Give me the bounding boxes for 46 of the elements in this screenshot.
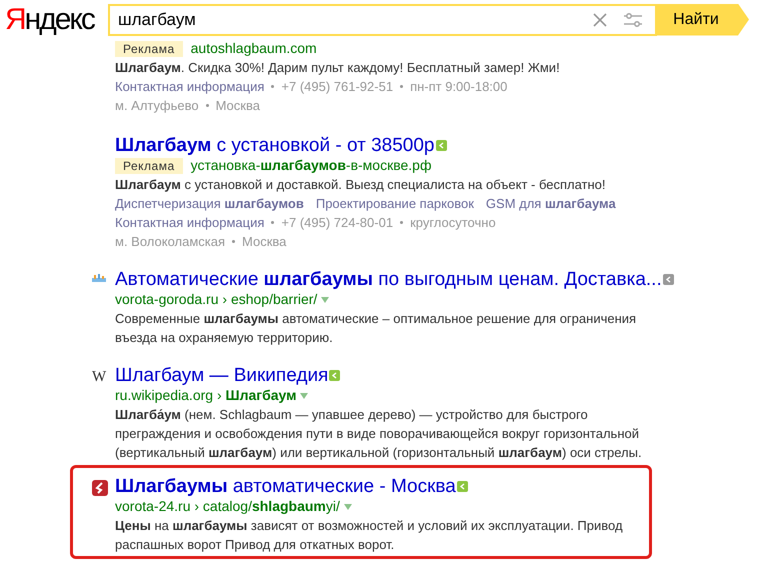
separator-dot (400, 85, 404, 88)
location-text: м. Волоколамская (115, 233, 226, 251)
contact-detail: круглосуточно (410, 214, 496, 232)
contact-info-link[interactable]: Контактная информация (115, 213, 264, 232)
contact-info-link[interactable]: Контактная информация (115, 77, 264, 96)
result-url-link[interactable]: vorota-24.ru › catalog/shlagbaumyi/ (115, 497, 340, 516)
result-url-link[interactable]: установка-шлагбаумов-в-москве.рф (190, 156, 432, 175)
location-text: Москва (242, 233, 286, 251)
location-text: Москва (216, 97, 260, 115)
result-title-link[interactable]: Шлагбаумы автоматические - Москва (115, 476, 456, 497)
result-snippet: Шлагба́ум (нем. Schlagbaum — упавшее дерево) — устройство для быстрого преграждения и освобождения пути в виде поворачивающейся вокруг горизонтальной (вертикальный шлагбаум) или вертикальной (горизонтальный шлагбаум) оси стрелы. (115, 406, 643, 462)
result-url-link[interactable]: ru.wikipedia.org › Шлагбаум (115, 386, 296, 405)
separator-dot (232, 240, 236, 243)
search-field[interactable]: шлагбаум (108, 4, 657, 36)
contact-detail: пн-пт 9:00-18:00 (410, 78, 508, 96)
settings-icon[interactable] (623, 12, 643, 28)
wikipedia-icon: W (92, 369, 106, 385)
result-title-link[interactable]: Шлагбаум — Википедия (115, 365, 328, 386)
result-snippet: Цены на шлагбаумы зависят от возможностей и условий их эксплуатации. Привод распашных ворот Привод для откатных ворот. (115, 517, 624, 554)
separator-dot (271, 85, 274, 88)
result-url-link[interactable]: autoshlagbaum.com (190, 39, 317, 58)
separator-dot (271, 221, 274, 224)
result-title-link[interactable]: Автоматические шлагбаумы по выгодным ценам. Доставка... (115, 269, 662, 290)
sitelink[interactable]: Проектирование парковок (316, 194, 474, 213)
contact-detail: +7 (495) 761-92-51 (281, 78, 394, 96)
yandex-logo[interactable]: Яндекс (0, 2, 96, 36)
chart-icon (92, 273, 106, 285)
result-snippet: Современные шлагбаумы автоматические – оптимальное решение для ограничения въезда на охраняемую территорию. (115, 310, 638, 347)
separator-dot (400, 221, 404, 224)
search-button[interactable]: Найти (657, 4, 749, 36)
result-snippet: Шлагбаум с установкой и доставкой. Выезд специалиста на объект - бесплатно! (115, 176, 607, 194)
result-url-link[interactable]: vorota-goroda.ru › eshop/barrier/ (115, 290, 318, 309)
result-snippet: Шлагбаум. Скидка 30%! Дарим пульт каждому! Бесплатный замер! Жми! (115, 59, 561, 77)
logo-icon (92, 480, 108, 496)
clear-icon[interactable] (593, 12, 607, 26)
location-text: м. Алтуфьево (115, 97, 199, 115)
caret-icon[interactable] (300, 392, 308, 398)
contact-detail: +7 (495) 724-80-01 (281, 214, 394, 232)
sitelink[interactable]: GSM для шлагбаума (486, 194, 616, 213)
result-title-link[interactable]: Шлагбаум с установкой - от 38500р (115, 135, 435, 156)
ad-label: Реклама (115, 40, 183, 56)
ad-label: Реклама (115, 158, 183, 174)
sitelink[interactable]: Диспетчеризация шлагбаумов (115, 194, 304, 213)
caret-icon[interactable] (321, 296, 330, 302)
separator-dot (206, 104, 209, 107)
caret-icon[interactable] (344, 504, 352, 510)
